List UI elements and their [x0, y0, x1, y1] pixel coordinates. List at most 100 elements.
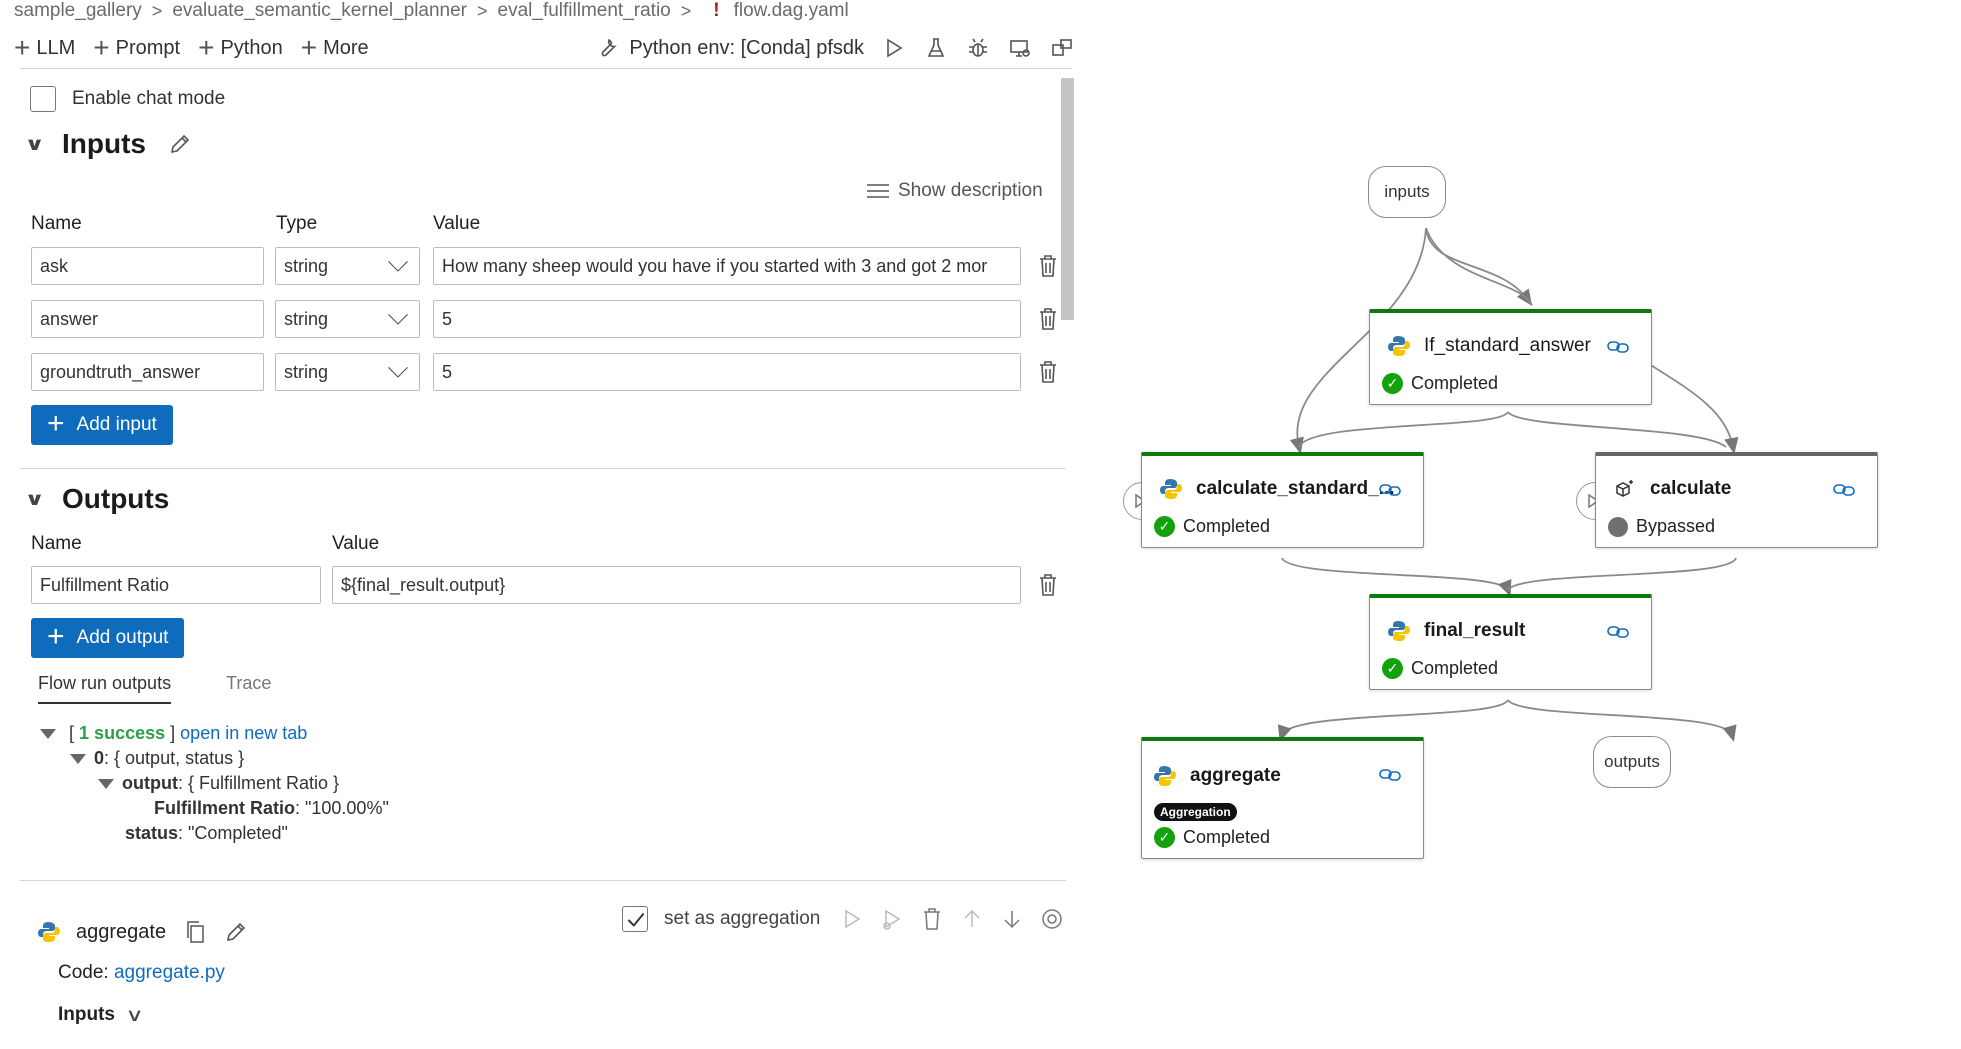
- edit-pencil-icon[interactable]: [168, 132, 192, 156]
- enable-chat-mode-checkbox[interactable]: [30, 86, 56, 112]
- node-inputs-header[interactable]: Inputs ∨: [58, 1004, 147, 1026]
- code-file-link[interactable]: aggregate.py: [114, 962, 225, 983]
- run-node-icon[interactable]: [840, 907, 864, 931]
- input-name-field[interactable]: ask: [31, 247, 264, 285]
- outputs-col-value: Value: [332, 533, 380, 554]
- item-fields: : { output, status }: [104, 748, 245, 768]
- add-python-button[interactable]: + Python: [198, 34, 283, 62]
- plus-icon: +: [14, 32, 31, 63]
- node-title: calculate_standard_...: [1160, 478, 1395, 500]
- node-status-text: Completed: [1183, 516, 1271, 536]
- outputs-section-header[interactable]: ∨ Outputs: [24, 483, 169, 515]
- trash-icon[interactable]: [1037, 573, 1059, 597]
- graph-outputs-node[interactable]: outputs: [1593, 736, 1671, 788]
- flow-graph: inputs outputs If_standard_answer ✓ Comp…: [1100, 150, 1920, 890]
- breadcrumb-item[interactable]: sample_gallery: [14, 0, 142, 22]
- item-index: 0: [94, 748, 105, 768]
- plus-icon: +: [47, 406, 65, 440]
- input-value-field[interactable]: 5: [433, 353, 1021, 391]
- graph-node-final-result[interactable]: final_result ✓ Completed: [1369, 594, 1652, 690]
- arrow-up-icon[interactable]: [960, 907, 984, 931]
- scrollbar[interactable]: [1061, 78, 1074, 320]
- node-actions: set as aggregation: [622, 906, 1064, 932]
- add-output-button[interactable]: + Add output: [31, 618, 185, 658]
- breadcrumb-item[interactable]: eval_fulfillment_ratio: [498, 0, 671, 22]
- deploy-icon[interactable]: [1008, 36, 1032, 60]
- graph-node-calculate-standard[interactable]: calculate_standard_... ✓ Completed: [1141, 452, 1424, 548]
- input-type-select[interactable]: string: [275, 300, 420, 338]
- debug-bug-icon[interactable]: [966, 36, 990, 60]
- chevron-down-icon: ∨: [125, 1004, 144, 1025]
- link-icon[interactable]: [1379, 482, 1401, 498]
- code-label: Code:: [58, 962, 109, 983]
- graph-inputs-node[interactable]: inputs: [1368, 166, 1446, 218]
- run-partial-icon[interactable]: [880, 907, 904, 931]
- breadcrumb-separator: >: [477, 0, 488, 21]
- test-flask-icon[interactable]: [924, 36, 948, 60]
- open-in-new-tab-link[interactable]: open in new tab: [180, 723, 307, 743]
- input-value-field[interactable]: 5: [433, 300, 1021, 338]
- inputs-section-header[interactable]: ∨ Inputs: [24, 128, 192, 160]
- trash-icon[interactable]: [1037, 307, 1059, 331]
- run-output-output: output: { Fulfillment Ratio }: [98, 773, 339, 794]
- cube-sparkle-icon: [1616, 480, 1633, 497]
- layout-icon[interactable]: [1050, 36, 1074, 60]
- more-button[interactable]: + More: [301, 34, 369, 62]
- node-title-text: If_standard_answer: [1424, 335, 1591, 356]
- graph-node-aggregate[interactable]: aggregate Aggregation ✓ Completed: [1141, 737, 1424, 859]
- node-title-text: aggregate: [1190, 765, 1281, 786]
- copy-icon[interactable]: [184, 920, 206, 944]
- inputs-col-name: Name: [31, 213, 82, 234]
- collapse-triangle-icon[interactable]: [40, 729, 56, 740]
- add-llm-button[interactable]: + LLM: [14, 34, 75, 62]
- add-input-label: Add input: [76, 414, 157, 435]
- tab-trace[interactable]: Trace: [226, 673, 271, 702]
- trash-icon[interactable]: [1037, 254, 1059, 278]
- check-circle-icon: ✓: [1382, 373, 1403, 394]
- plus-icon: +: [47, 619, 65, 653]
- add-prompt-label: Prompt: [115, 36, 181, 59]
- chevron-down-icon: [388, 357, 408, 378]
- output-name-field[interactable]: Fulfillment Ratio: [31, 566, 321, 604]
- link-icon[interactable]: [1607, 624, 1629, 640]
- breadcrumb-separator: >: [680, 0, 692, 21]
- input-type-select[interactable]: string: [275, 353, 420, 391]
- trash-icon[interactable]: [1037, 360, 1059, 384]
- input-name-field[interactable]: answer: [31, 300, 264, 338]
- python-env-selector[interactable]: Python env: [Conda] pfsdk: [595, 36, 864, 60]
- collapse-triangle-icon[interactable]: [98, 779, 114, 790]
- add-prompt-button[interactable]: + Prompt: [93, 34, 180, 62]
- set-as-aggregation-checkbox[interactable]: [622, 906, 648, 932]
- show-description-button[interactable]: Show description: [866, 180, 1043, 202]
- run-output-item: 0: { output, status }: [70, 748, 244, 769]
- show-description-label: Show description: [898, 180, 1043, 201]
- add-input-button[interactable]: + Add input: [31, 405, 173, 445]
- trash-icon[interactable]: [920, 907, 944, 931]
- output-value-field[interactable]: ${final_result.output}: [332, 566, 1021, 604]
- aggregation-badge: Aggregation: [1154, 803, 1237, 821]
- link-icon[interactable]: [1607, 339, 1629, 355]
- success-count: 1 success: [79, 723, 166, 743]
- target-icon[interactable]: [1040, 907, 1064, 931]
- warning-icon: !: [713, 0, 720, 21]
- link-icon[interactable]: [1833, 482, 1855, 498]
- node-title-text: calculate: [1650, 478, 1732, 499]
- set-as-aggregation-label: set as aggregation: [664, 908, 821, 929]
- input-name-field[interactable]: groundtruth_answer: [31, 353, 264, 391]
- node-status: ✓ Completed: [1382, 373, 1498, 394]
- arrow-down-icon[interactable]: [1000, 907, 1024, 931]
- input-type-select[interactable]: string: [275, 247, 420, 285]
- tab-flow-run-outputs[interactable]: Flow run outputs: [38, 673, 172, 704]
- run-icon[interactable]: [882, 36, 906, 60]
- inputs-title: Inputs: [62, 128, 146, 159]
- edit-pencil-icon[interactable]: [224, 920, 248, 944]
- graph-node-calculate[interactable]: calculate Bypassed: [1595, 452, 1878, 548]
- run-output-root: [ 1 success ] open in new tab: [40, 723, 307, 744]
- link-icon[interactable]: [1379, 767, 1401, 783]
- node-status-text: Completed: [1411, 373, 1499, 393]
- collapse-triangle-icon[interactable]: [70, 754, 86, 765]
- graph-node-if-standard-answer[interactable]: If_standard_answer ✓ Completed: [1369, 309, 1652, 405]
- breadcrumb-item[interactable]: evaluate_semantic_kernel_planner: [172, 0, 467, 22]
- breadcrumb-file[interactable]: flow.dag.yaml: [734, 0, 849, 22]
- input-value-field[interactable]: How many sheep would you have if you sta…: [433, 247, 1021, 285]
